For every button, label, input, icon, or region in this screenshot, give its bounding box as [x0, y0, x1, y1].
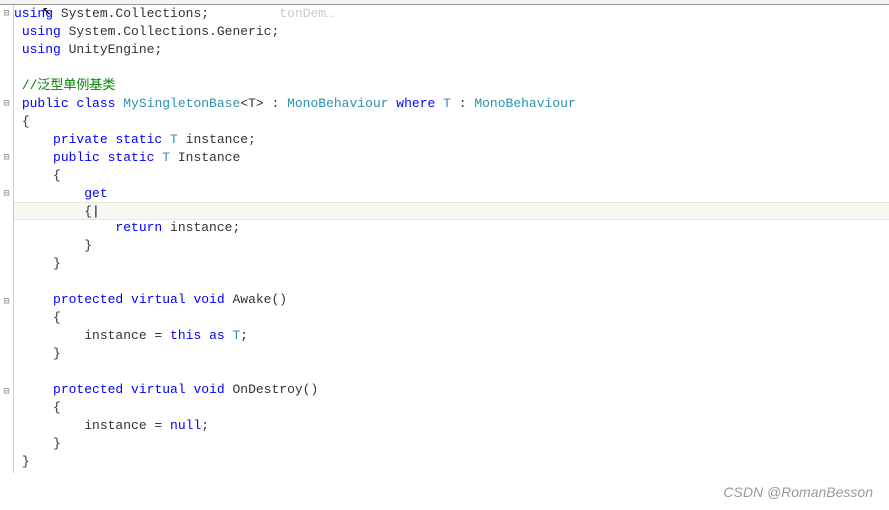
code-line[interactable]: }	[14, 255, 889, 273]
code-line[interactable]: }	[14, 435, 889, 453]
code-line[interactable]: {	[14, 113, 889, 131]
fold-toggle[interactable]: ⊟	[0, 149, 13, 167]
code-line[interactable]: instance = this as T;	[14, 327, 889, 345]
code-line[interactable]: //泛型单例基类	[14, 77, 889, 95]
watermark: CSDN @RomanBesson	[723, 484, 873, 500]
code-line[interactable]: get	[14, 185, 889, 203]
code-line[interactable]: using System.Collections.Generic;	[14, 23, 889, 41]
fold-toggle[interactable]: ⊟	[0, 5, 13, 23]
code-line[interactable]: }	[14, 237, 889, 255]
code-line[interactable]: instance = null;	[14, 417, 889, 435]
fold-toggle[interactable]: ⊟	[0, 95, 13, 113]
code-line[interactable]: using System.Collections; tonDem…	[14, 5, 889, 23]
code-line-active[interactable]: {|	[14, 202, 889, 220]
code-line[interactable]: {	[14, 167, 889, 185]
code-line[interactable]: {	[14, 309, 889, 327]
code-editor[interactable]: ⊟ ⊟ ⊟ ⊟ ⊟ ⊟ using System.Collections; to…	[0, 4, 889, 473]
code-line[interactable]	[14, 59, 889, 77]
code-line[interactable]: }	[14, 345, 889, 363]
code-line[interactable]: protected virtual void OnDestroy()	[14, 381, 889, 399]
code-line[interactable]: }	[14, 453, 889, 471]
code-line[interactable]	[14, 363, 889, 381]
fold-toggle[interactable]: ⊟	[0, 185, 13, 203]
code-line[interactable]: public class MySingletonBase<T> : MonoBe…	[14, 95, 889, 113]
code-line[interactable]: private static T instance;	[14, 131, 889, 149]
code-line[interactable]: return instance;	[14, 219, 889, 237]
code-line[interactable]: using UnityEngine;	[14, 41, 889, 59]
code-line[interactable]: {	[14, 399, 889, 417]
code-line[interactable]: protected virtual void Awake()	[14, 291, 889, 309]
fold-gutter: ⊟ ⊟ ⊟ ⊟ ⊟ ⊟	[0, 5, 14, 473]
code-line[interactable]: public static T Instance	[14, 149, 889, 167]
fold-toggle[interactable]: ⊟	[0, 383, 13, 401]
fold-toggle[interactable]: ⊟	[0, 293, 13, 311]
code-content[interactable]: using System.Collections; tonDem… using …	[14, 5, 889, 473]
code-line[interactable]	[14, 273, 889, 291]
